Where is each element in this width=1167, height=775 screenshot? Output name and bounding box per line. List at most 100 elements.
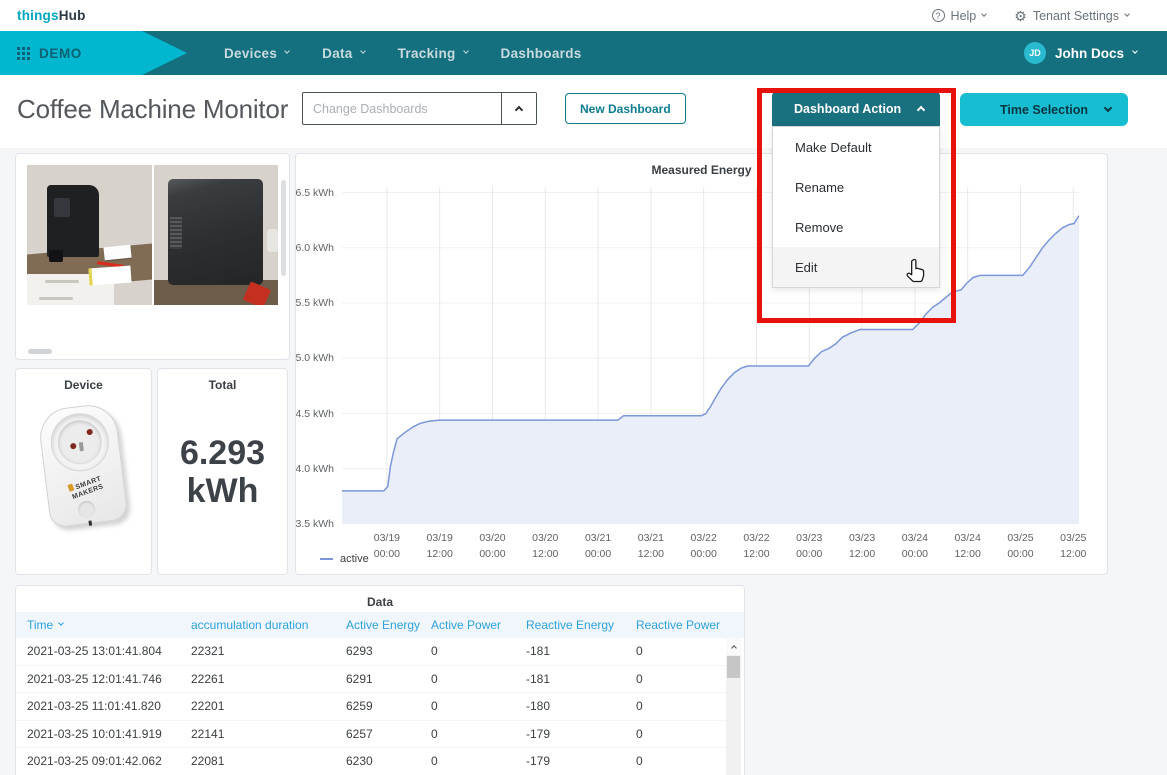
x-tick-date: 03/23 — [848, 532, 876, 544]
brand-logo[interactable]: thingsHub — [17, 8, 86, 23]
tenant-name: DEMO — [39, 45, 82, 61]
x-tick-date: 03/25 — [1060, 532, 1087, 544]
table-cell: 0 — [636, 671, 643, 686]
vertical-scrollbar[interactable] — [281, 180, 286, 276]
column-header-label: Time — [27, 618, 54, 632]
x-tick-time: 00:00 — [1007, 547, 1034, 560]
table-cell: 0 — [431, 671, 438, 686]
smart-plug-image: SMART MAKERS — [30, 399, 137, 537]
menu-item-edit[interactable]: Edit — [773, 247, 939, 287]
help-menu[interactable]: ? Help — [931, 8, 988, 23]
column-header-label: Reactive Energy — [526, 618, 615, 632]
dashboard-action-button[interactable]: Dashboard Action — [772, 92, 940, 126]
y-tick-label: 6.5 kWh — [295, 186, 334, 199]
table-cell: 6291 — [346, 671, 373, 686]
topbar-right: ? Help ⚙ Tenant Settings — [931, 8, 1130, 23]
x-tick-label: 03/22 12:00 — [728, 531, 784, 563]
x-tick-time: 00:00 — [690, 547, 717, 560]
change-dashboards-group — [302, 92, 537, 125]
menu-item-make-default[interactable]: Make Default — [773, 127, 939, 167]
table-row: 2021-03-25 13:01:41.804 22321 6293 0 -181 0 — [16, 638, 728, 666]
x-tick-time: 00:00 — [479, 547, 506, 560]
chevron-down-icon — [462, 48, 469, 54]
nav-item-data[interactable]: Data — [322, 46, 366, 61]
table-cell: 6259 — [346, 699, 373, 714]
column-header-label: Active Energy — [346, 618, 421, 632]
chevron-up-icon — [514, 105, 524, 114]
chevron-up-icon — [916, 105, 926, 115]
menu-item-rename[interactable]: Rename — [773, 167, 939, 207]
table-cell: 0 — [636, 644, 643, 659]
main-nav-bar: DEMO Devices Data Tracking Dashboards JD Jo… — [0, 31, 1167, 75]
x-tick-date: 03/21 — [637, 532, 665, 544]
table-cell: 2021-03-25 13:01:41.804 — [27, 644, 162, 659]
chart-legend: active — [320, 553, 369, 565]
x-tick-label: 03/25 00:00 — [992, 531, 1048, 563]
x-tick-label: 03/24 12:00 — [940, 531, 996, 563]
x-tick-date: 03/19 — [426, 532, 453, 544]
energy-area-chart-plot[interactable] — [342, 187, 1079, 524]
y-tick-label: 4.0 kWh — [295, 462, 334, 475]
scroll-up-button[interactable] — [726, 638, 741, 655]
table-cell: 2021-03-25 10:01:41.919 — [27, 726, 162, 741]
column-header-reactive-power[interactable]: Reactive Power — [636, 618, 744, 632]
nav-item-devices[interactable]: Devices — [224, 45, 290, 61]
column-header-label: Active Power — [431, 618, 502, 632]
x-tick-date: 03/20 — [479, 532, 506, 544]
x-tick-time: 00:00 — [584, 547, 612, 560]
device-card-title: Device — [64, 378, 103, 392]
total-value-number: 6.293 — [179, 433, 266, 472]
time-selection-label: Time Selection — [1000, 102, 1088, 117]
x-tick-time: 00:00 — [796, 547, 823, 560]
table-cell: 22141 — [191, 726, 225, 741]
x-tick-label: 03/19 12:00 — [412, 531, 468, 563]
tenant-settings-label: Tenant Settings — [1032, 8, 1119, 23]
app-window: thingsHub ? Help ⚙ Tenant Settings DEMO … — [0, 0, 1167, 775]
scrollbar-thumb[interactable] — [727, 656, 740, 678]
horizontal-scrollbar[interactable] — [28, 349, 52, 354]
x-tick-time: 12:00 — [743, 547, 770, 560]
nav-item-label: Dashboards — [500, 45, 582, 61]
y-tick-label: 5.5 kWh — [295, 297, 334, 310]
x-tick-date: 03/19 — [373, 532, 401, 544]
column-header-active-energy[interactable]: Active Energy — [346, 618, 431, 632]
time-selection-button[interactable]: Time Selection — [960, 93, 1128, 126]
x-tick-date: 03/25 — [1007, 532, 1034, 544]
new-dashboard-button[interactable]: New Dashboard — [565, 93, 686, 124]
measured-energy-chart-card: Measured Energy 6.5 kWh 6.0 kWh 5.5 kWh 5.0… — [295, 153, 1108, 575]
tenant-settings-menu[interactable]: ⚙ Tenant Settings — [1014, 8, 1130, 23]
table-cell: -179 — [526, 726, 551, 741]
table-row: 2021-03-25 12:01:41.746 22261 6291 0 -181 0 — [16, 666, 728, 693]
nav-item-tracking[interactable]: Tracking — [398, 46, 469, 61]
chevron-up-icon — [730, 644, 737, 651]
x-tick-date: 03/21 — [584, 532, 612, 544]
column-header-active-power[interactable]: Active Power — [431, 618, 526, 632]
x-tick-time: 12:00 — [954, 547, 981, 560]
y-tick-label: 3.5 kWh — [295, 518, 334, 530]
x-tick-date: 03/22 — [743, 532, 770, 544]
user-menu[interactable]: JD John Docs — [1023, 42, 1138, 64]
x-tick-time: 00:00 — [901, 547, 929, 560]
x-tick-label: 03/25 12:00 — [1045, 531, 1101, 563]
change-dashboards-input[interactable] — [303, 93, 501, 124]
column-header-accumulation-duration[interactable]: accumulation duration — [191, 618, 346, 632]
tenant-switcher[interactable]: DEMO — [0, 31, 187, 75]
scrollbar-track[interactable] — [726, 655, 741, 775]
user-name: John Docs — [1054, 45, 1124, 61]
chart-y-axis-labels: 6.5 kWh 6.0 kWh 5.5 kWh 5.0 kWh 4.5 kWh 4.0 k… — [295, 186, 336, 530]
table-scrollbar — [726, 638, 741, 775]
nav-item-dashboards[interactable]: Dashboards — [501, 46, 582, 61]
x-tick-date: 03/23 — [796, 532, 823, 544]
column-header-reactive-energy[interactable]: Reactive Energy — [526, 618, 636, 632]
x-tick-date: 03/22 — [690, 532, 717, 544]
table-cell: 0 — [636, 726, 643, 741]
change-dashboards-toggle-button[interactable] — [501, 93, 536, 124]
chevron-down-icon — [359, 48, 366, 54]
menu-item-remove[interactable]: Remove — [773, 207, 939, 247]
column-header-time[interactable]: Time — [27, 618, 191, 632]
table-cell: 0 — [431, 644, 438, 659]
nav-item-label: Devices — [224, 45, 278, 61]
data-table-card: Data Time accumulation duration Active Ene… — [15, 585, 745, 775]
help-label: Help — [950, 8, 977, 23]
x-tick-time: 12:00 — [532, 547, 559, 560]
